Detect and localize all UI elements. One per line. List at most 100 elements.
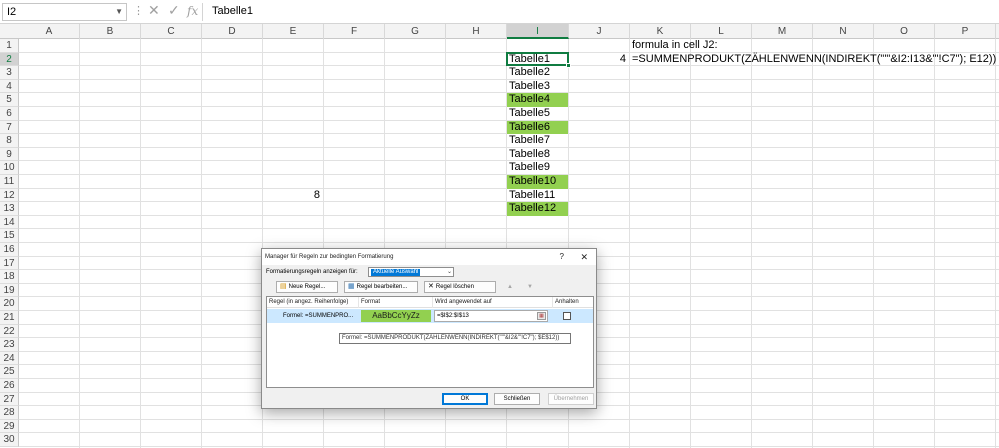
scope-dropdown[interactable]: Aktuelle Auswahl ⌄ <box>368 267 454 277</box>
row-header-2[interactable]: 2 <box>0 52 19 67</box>
column-gridline <box>995 39 996 448</box>
column-header-a[interactable]: A <box>19 24 80 39</box>
insert-function-icon[interactable]: fx <box>187 4 198 18</box>
move-up-icon[interactable]: ▲ <box>504 281 516 293</box>
cancel-icon[interactable]: ✕ <box>148 2 160 19</box>
cell-k2[interactable]: =SUMMENPRODUKT(ZÄHLENWENN(INDIREKT("'"&I… <box>630 53 996 67</box>
cell-j2[interactable]: 4 <box>569 53 629 67</box>
cell-i3[interactable]: Tabelle2 <box>507 66 568 80</box>
row-header-9[interactable]: 9 <box>0 147 19 162</box>
row-header-30[interactable]: 30 <box>0 433 19 447</box>
header-applies-to: Wird angewendet auf <box>433 297 553 308</box>
row-header-16[interactable]: 16 <box>0 243 19 257</box>
column-header-i[interactable]: I <box>507 24 569 39</box>
cell-i11[interactable]: Tabelle10 <box>507 175 568 189</box>
column-header-e[interactable]: E <box>263 24 324 39</box>
new-rule-label: Neue Regel... <box>288 284 326 290</box>
column-header-j[interactable]: J <box>569 24 630 39</box>
more-options-icon[interactable]: ⋮ <box>133 4 144 17</box>
column-header-n[interactable]: N <box>813 24 874 39</box>
close-icon[interactable]: ✕ <box>580 249 588 265</box>
rules-table: Regel (in angez. Reihenfolge) Format Wir… <box>266 296 594 388</box>
column-header-m[interactable]: M <box>752 24 813 39</box>
close-button[interactable]: Schließen <box>494 393 540 405</box>
row-header-7[interactable]: 7 <box>0 120 19 135</box>
row-header-10[interactable]: 10 <box>0 161 19 175</box>
column-header-h[interactable]: H <box>446 24 507 39</box>
formula-tooltip: Formel: =SUMMENPRODUKT(ZÄHLENWENN(INDIRE… <box>339 333 571 344</box>
delete-rule-button[interactable]: ✕ Regel löschen <box>424 281 496 293</box>
row-header-25[interactable]: 25 <box>0 365 19 379</box>
delete-icon: ✕ <box>428 283 434 290</box>
range-select-icon[interactable]: ▦ <box>537 312 546 320</box>
row-header-19[interactable]: 19 <box>0 283 19 298</box>
row-header-14[interactable]: 14 <box>0 215 19 230</box>
row-header-24[interactable]: 24 <box>0 351 19 366</box>
column-header-g[interactable]: G <box>385 24 446 39</box>
column-header-d[interactable]: D <box>202 24 263 39</box>
column-header-o[interactable]: O <box>874 24 935 39</box>
cell-i2[interactable]: Tabelle1 <box>507 53 568 67</box>
cell-i13[interactable]: Tabelle12 <box>507 202 568 216</box>
new-rule-icon: ▤ <box>280 283 287 290</box>
row-gridline <box>19 242 999 243</box>
cell-i4[interactable]: Tabelle3 <box>507 80 568 94</box>
row-header-3[interactable]: 3 <box>0 66 19 80</box>
chevron-down-icon: ⌄ <box>446 269 452 275</box>
apply-button[interactable]: Übernehmen <box>548 393 594 405</box>
column-header-b[interactable]: B <box>80 24 141 39</box>
row-gridline <box>19 418 999 420</box>
help-icon[interactable]: ? <box>560 249 564 265</box>
edit-rule-label: Regel bearbeiten... <box>356 284 408 290</box>
rule-row[interactable]: Formel: =SUMMENPRO... AaBbCcYyZz =$I$2:$… <box>267 309 593 323</box>
name-box[interactable]: I2 ▼ <box>2 3 127 21</box>
enter-icon[interactable]: ✓ <box>168 2 180 19</box>
applies-to-field[interactable]: =$I$2:$I$13 ▦ <box>434 310 548 322</box>
column-header-p[interactable]: P <box>935 24 996 39</box>
row-header-15[interactable]: 15 <box>0 229 19 243</box>
column-header-l[interactable]: L <box>691 24 752 39</box>
column-header-f[interactable]: F <box>324 24 385 39</box>
chevron-down-icon[interactable]: ▼ <box>115 4 123 20</box>
column-gridline <box>812 39 813 448</box>
row-header-18[interactable]: 18 <box>0 270 19 284</box>
move-down-icon[interactable]: ▼ <box>524 281 536 293</box>
stop-if-true-checkbox[interactable] <box>563 312 571 320</box>
column-header-k[interactable]: K <box>630 24 691 39</box>
fill-handle[interactable] <box>566 63 571 69</box>
row-header-27[interactable]: 27 <box>0 392 19 407</box>
formula-bar-divider <box>202 3 203 21</box>
row-header-17[interactable]: 17 <box>0 256 19 271</box>
row-header-20[interactable]: 20 <box>0 297 19 311</box>
new-rule-button[interactable]: ▤ Neue Regel... <box>276 281 338 293</box>
cell-i9[interactable]: Tabelle8 <box>507 148 568 162</box>
cell-i7[interactable]: Tabelle6 <box>507 120 568 135</box>
row-header-29[interactable]: 29 <box>0 419 19 434</box>
row-header-21[interactable]: 21 <box>0 311 19 325</box>
column-header-c[interactable]: C <box>141 24 202 39</box>
formula-input[interactable]: Tabelle1 <box>212 5 253 17</box>
row-header-22[interactable]: 22 <box>0 324 19 339</box>
ok-button[interactable]: OK <box>442 393 488 405</box>
cell-i6[interactable]: Tabelle5 <box>507 107 568 121</box>
row-header-1[interactable]: 1 <box>0 39 19 53</box>
edit-rule-icon: ▦ <box>348 283 355 290</box>
cell-k1[interactable]: formula in cell J2: <box>630 39 990 53</box>
cell-i8[interactable]: Tabelle7 <box>507 134 568 148</box>
row-header-23[interactable]: 23 <box>0 338 19 352</box>
cell-i5[interactable]: Tabelle4 <box>507 93 568 107</box>
row-header-6[interactable]: 6 <box>0 107 19 121</box>
row-header-5[interactable]: 5 <box>0 93 19 107</box>
row-header-26[interactable]: 26 <box>0 379 19 393</box>
header-format: Format <box>359 297 433 308</box>
row-header-4[interactable]: 4 <box>0 79 19 94</box>
row-header-12[interactable]: 12 <box>0 188 19 203</box>
cell-e12[interactable]: 8 <box>263 189 323 203</box>
row-header-28[interactable]: 28 <box>0 406 19 420</box>
row-header-11[interactable]: 11 <box>0 175 19 189</box>
row-header-13[interactable]: 13 <box>0 202 19 216</box>
cell-i12[interactable]: Tabelle11 <box>507 189 568 203</box>
cell-i10[interactable]: Tabelle9 <box>507 161 568 175</box>
row-header-8[interactable]: 8 <box>0 134 19 148</box>
edit-rule-button[interactable]: ▦ Regel bearbeiten... <box>344 281 418 293</box>
